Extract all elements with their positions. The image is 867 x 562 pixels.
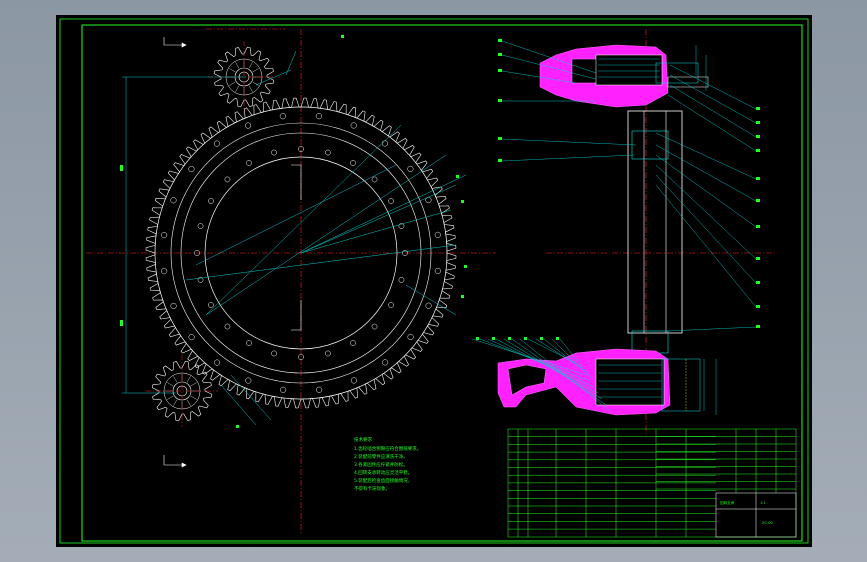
bolt-hole <box>350 122 357 129</box>
tech-req-line: 4.回转支承转动应灵活平稳。 <box>354 469 412 476</box>
pinion-spoke-line <box>229 68 236 73</box>
bolt-hole <box>224 176 231 183</box>
pinion-spoke-line <box>186 399 191 406</box>
dimension-ticks <box>120 35 467 428</box>
tech-req-line: 2.装配前零件应清洗干净。 <box>354 453 408 460</box>
technical-requirements: 技术要求 1.齿轮啮合侧隙应符合图纸要求。 2.装配前零件应清洗干净。 3.各紧… <box>354 436 421 492</box>
bolt-hole <box>245 122 252 129</box>
bolt-hole <box>350 377 357 384</box>
bolt-hole <box>161 232 168 239</box>
bolt-hole <box>170 197 177 204</box>
pinion-tooth-profile <box>151 360 213 422</box>
tech-req-line: 3.各紧固件应拧紧并防松。 <box>354 461 408 468</box>
bolt-hole <box>382 359 389 366</box>
pinion-spoke-line <box>190 382 197 387</box>
section-view <box>471 39 760 416</box>
bolt-hole <box>246 340 252 346</box>
bolt-hole <box>197 223 204 229</box>
cad-drawing: 技术要求 1.齿轮啮合侧隙应符合图纸要求。 2.装配前零件应清洗干净。 3.各紧… <box>59 18 809 544</box>
ring-section-bottom-cap <box>631 330 669 354</box>
pinion-spoke-line <box>235 62 240 69</box>
pinion-spoke-line <box>229 81 236 86</box>
bolt-hole <box>325 350 331 357</box>
bolt-hole <box>161 268 168 275</box>
pinion-spoke-line <box>252 68 259 73</box>
tech-req-line: 5.装配后检查齿面接触情况, <box>354 477 409 484</box>
bolt-hole <box>350 340 356 346</box>
bore-mark-top <box>291 164 302 200</box>
outer-frame <box>59 18 809 544</box>
title-block-title: 回转支承 <box>720 500 735 505</box>
bolt-hole <box>316 386 323 393</box>
bolt-hole <box>188 334 195 341</box>
bolt-hole <box>407 333 414 340</box>
bolt-hole <box>407 165 414 172</box>
bolt-hole <box>279 113 286 120</box>
pinion-gear-bottom <box>146 355 218 427</box>
pinion-spoke-line <box>167 395 174 400</box>
bolt-hole <box>246 160 252 166</box>
pinion-spoke-line <box>190 395 197 400</box>
bolt-hole <box>388 302 394 308</box>
bolt-hole <box>434 267 441 274</box>
pinion-spoke-line <box>173 376 178 383</box>
lower-drive-assembly <box>497 348 701 416</box>
inner-frame <box>81 24 803 542</box>
ring-section-body <box>627 110 683 334</box>
tech-req-line: 不得有卡滞现象。 <box>354 485 390 492</box>
bolt-hole <box>213 140 220 147</box>
bolt-hole <box>245 377 252 384</box>
pinion-spoke-line <box>173 399 178 406</box>
bolt-hole <box>371 176 378 183</box>
drawing-sheet: 技术要求 1.齿轮啮合侧隙应符合图纸要求。 2.装配前零件应清洗干净。 3.各紧… <box>56 15 812 547</box>
bolt-hole <box>398 277 405 283</box>
pinion-spoke-line <box>248 85 253 92</box>
pinion-spoke-line <box>252 81 259 86</box>
bolt-hole <box>280 386 287 393</box>
pinion-spoke-line <box>248 62 253 69</box>
bolt-hole <box>371 323 378 330</box>
bolt-hole <box>350 160 356 166</box>
pinion-spoke-line <box>186 376 191 383</box>
view-marker-top <box>163 37 187 48</box>
bolt-hole <box>188 166 195 173</box>
tech-req-line: 1.齿轮啮合侧隙应符合图纸要求。 <box>354 445 421 452</box>
bolt-hole <box>434 231 441 238</box>
pinion-spoke-line <box>167 382 174 387</box>
title-block-scale: 1:1 <box>760 501 766 505</box>
upper-drive-assembly <box>539 44 709 108</box>
bolt-hole <box>271 350 277 357</box>
bolt-hole <box>208 302 214 308</box>
tech-req-heading: 技术要求 <box>354 436 372 443</box>
bolt-hole <box>425 302 432 309</box>
bolt-hole <box>224 323 231 330</box>
title-block-cells <box>715 492 797 538</box>
bolt-hole <box>325 149 331 156</box>
bolt-hole <box>381 140 388 147</box>
ring-section-top-cap <box>631 130 669 160</box>
bore-mark-bottom <box>291 300 302 331</box>
bolt-hole <box>208 198 214 204</box>
bolt-hole <box>170 302 177 309</box>
bolt-hole <box>271 149 277 156</box>
bolt-hole <box>315 113 322 120</box>
bolt-hole <box>388 198 394 204</box>
title-block-drawing-no: ZC-00 <box>762 521 774 525</box>
pinion-spoke-line <box>235 85 240 92</box>
parts-list-table <box>507 428 797 538</box>
view-marker-bottom <box>163 455 187 468</box>
bolt-hole <box>214 359 221 366</box>
